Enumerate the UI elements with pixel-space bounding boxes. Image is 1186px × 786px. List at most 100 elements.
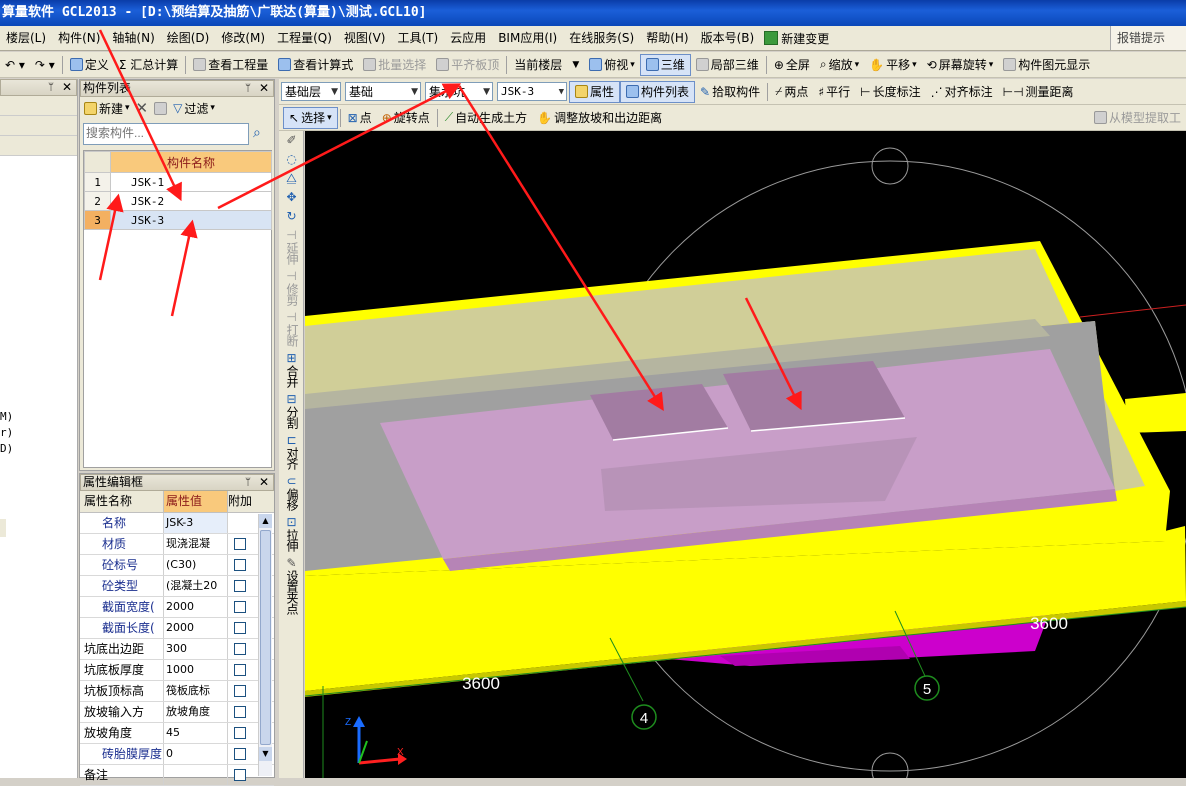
define-button[interactable]: 定义	[65, 54, 114, 76]
align-mark-button[interactable]: ⋰ 对齐标注	[926, 81, 998, 103]
grip-point-tool[interactable]: ✎ 设置夹点	[279, 554, 304, 617]
attach-checkbox[interactable]	[234, 643, 246, 655]
menu-axis[interactable]: 轴轴(N)	[106, 26, 160, 50]
two-points-button[interactable]: ⌿ 两点	[770, 81, 813, 103]
measure-distance-button[interactable]: ⊢⊣ 测量距离	[998, 81, 1079, 103]
zoom-button[interactable]: ⌕ 缩放 ▾	[815, 54, 864, 76]
point-button[interactable]: ⊠ 点	[343, 107, 377, 129]
menu-online[interactable]: 在线服务(S)	[563, 26, 640, 50]
search-field[interactable]	[83, 123, 249, 145]
offset-tool[interactable]: ⊂ 偏移	[279, 472, 304, 513]
break-tool[interactable]: ⊣ 打断	[279, 308, 304, 349]
far-left-item[interactable]: r)	[0, 425, 13, 441]
table-row[interactable]: 2 JSK-2	[84, 191, 272, 211]
property-row[interactable]: 截面宽度(2000	[80, 597, 274, 618]
split-tool[interactable]: ⊟ 分割	[279, 390, 304, 431]
far-left-row[interactable]	[0, 96, 77, 116]
far-left-item[interactable]: M)	[0, 409, 13, 425]
redo-button[interactable]: ↷ ▾	[30, 54, 60, 76]
property-row[interactable]: 坑底板厚度 1000	[80, 660, 274, 681]
adjust-slope-button[interactable]: ✋ 调整放坡和出边距离	[532, 107, 667, 129]
orbit-handle[interactable]	[871, 752, 909, 778]
circle-tool[interactable]: ◌	[279, 150, 304, 169]
select-button[interactable]: ↖ 选择 ▾	[283, 106, 338, 129]
pin-icon[interactable]: ᛘ	[245, 475, 251, 490]
property-value[interactable]: 现浇混凝	[164, 534, 228, 554]
top-view-button[interactable]: 俯视 ▾	[584, 54, 640, 76]
3d-viewport[interactable]: 4 5 3600 3600 Z X	[305, 131, 1186, 778]
extract-model-button[interactable]: 从模型提取工	[1089, 107, 1186, 129]
property-value[interactable]: 0	[164, 744, 228, 764]
far-left-item[interactable]: D)	[0, 441, 13, 457]
property-value[interactable]: 放坡角度	[164, 702, 228, 722]
property-value[interactable]: JSK-3	[164, 513, 228, 533]
pin-icon[interactable]: ᛘ	[245, 81, 251, 96]
sum-calc-button[interactable]: Σ 汇总计算	[114, 54, 183, 76]
attach-checkbox[interactable]	[234, 706, 246, 718]
property-row[interactable]: 砖胎膜厚度 0	[80, 744, 274, 765]
copy-icon[interactable]	[154, 101, 168, 115]
align-tool[interactable]: ⊏ 对齐	[279, 431, 304, 472]
property-row[interactable]: 砼类型 (混凝土20	[80, 576, 274, 597]
menu-view[interactable]: 视图(V)	[338, 26, 392, 50]
property-value[interactable]: (C30)	[164, 555, 228, 575]
property-value[interactable]: 45	[164, 723, 228, 743]
extend-tool[interactable]: ⊣ 延伸	[279, 226, 304, 267]
property-row[interactable]: 放坡输入方 放坡角度	[80, 702, 274, 723]
local-3d-button[interactable]: 局部三维	[691, 54, 764, 76]
menu-quantity[interactable]: 工程量(Q)	[271, 26, 338, 50]
component-list-button[interactable]: 构件列表	[620, 80, 696, 103]
component-name-cell[interactable]: JSK-3	[110, 210, 272, 230]
attach-checkbox[interactable]	[234, 748, 246, 760]
rotate-tool[interactable]: ↻	[279, 207, 304, 226]
component-name-cell[interactable]: JSK-1	[110, 172, 272, 192]
property-row[interactable]: 砼标号 (C30)	[80, 555, 274, 576]
property-value[interactable]: (混凝土20	[164, 576, 228, 596]
property-value[interactable]: 2000	[164, 597, 228, 617]
attach-checkbox[interactable]	[234, 580, 246, 592]
close-icon[interactable]: ✕	[62, 80, 72, 95]
orbit-handle[interactable]	[871, 147, 909, 185]
far-left-row[interactable]	[0, 136, 77, 156]
merge-tool[interactable]: ⊞ 合并	[279, 349, 304, 390]
attach-checkbox[interactable]	[234, 622, 246, 634]
floor-select[interactable]: 基础层 ▼	[281, 82, 341, 101]
menu-bim[interactable]: BIM应用(I)	[492, 26, 563, 50]
close-icon[interactable]: ✕	[259, 475, 269, 490]
component-name-cell[interactable]: JSK-2	[110, 191, 272, 211]
close-icon[interactable]: ✕	[259, 81, 269, 96]
property-row[interactable]: 坑板顶标高 筏板底标	[80, 681, 274, 702]
brush-tool[interactable]: ✐	[279, 131, 304, 150]
property-value[interactable]: 1000	[164, 660, 228, 680]
menu-cloud[interactable]: 云应用	[444, 26, 492, 50]
filter-button[interactable]: ▽ 过滤 ▾	[173, 100, 215, 117]
element-select[interactable]: JSK-3 ▼	[497, 82, 567, 101]
view-quantity-button[interactable]: 查看工程量	[188, 54, 273, 76]
property-value[interactable]: 筏板底标	[164, 681, 228, 701]
batch-select-button[interactable]: 批量选择	[358, 54, 431, 76]
menu-component[interactable]: 构件(N)	[52, 26, 106, 50]
trim-tool[interactable]: ⊣ 修剪	[279, 267, 304, 308]
pick-component-button[interactable]: ✎ 拾取构件	[695, 81, 765, 103]
scroll-down-icon[interactable]: ▼	[259, 747, 272, 761]
parallel-button[interactable]: ♯ 平行	[813, 81, 855, 103]
attach-checkbox[interactable]	[234, 769, 246, 781]
full-screen-button[interactable]: ⊕ 全屏	[769, 54, 815, 76]
attach-checkbox[interactable]	[234, 538, 246, 550]
pan-button[interactable]: ✋ 平移 ▾	[864, 54, 922, 76]
property-row[interactable]: 坑底出边距 300	[80, 639, 274, 660]
property-row[interactable]: 备注	[80, 765, 274, 786]
mirror-tool[interactable]: ⧋	[279, 169, 304, 188]
element-display-button[interactable]: 构件图元显示	[998, 54, 1095, 76]
stretch-tool[interactable]: ⊡ 拉伸	[279, 513, 304, 554]
auto-earthwork-button[interactable]: ⟋ 自动生成土方	[440, 107, 532, 129]
table-row[interactable]: 1 JSK-1	[84, 172, 272, 192]
attach-checkbox[interactable]	[234, 559, 246, 571]
menu-modify[interactable]: 修改(M)	[215, 26, 271, 50]
pin-icon[interactable]: ᛘ	[48, 80, 54, 95]
scroll-thumb[interactable]	[260, 530, 271, 745]
current-floor-select[interactable]: 当前楼层 ▼	[509, 54, 584, 76]
search-icon[interactable]: ⌕	[253, 125, 261, 141]
new-component-button[interactable]: 新建 ▾	[84, 100, 130, 117]
attach-checkbox[interactable]	[234, 685, 246, 697]
